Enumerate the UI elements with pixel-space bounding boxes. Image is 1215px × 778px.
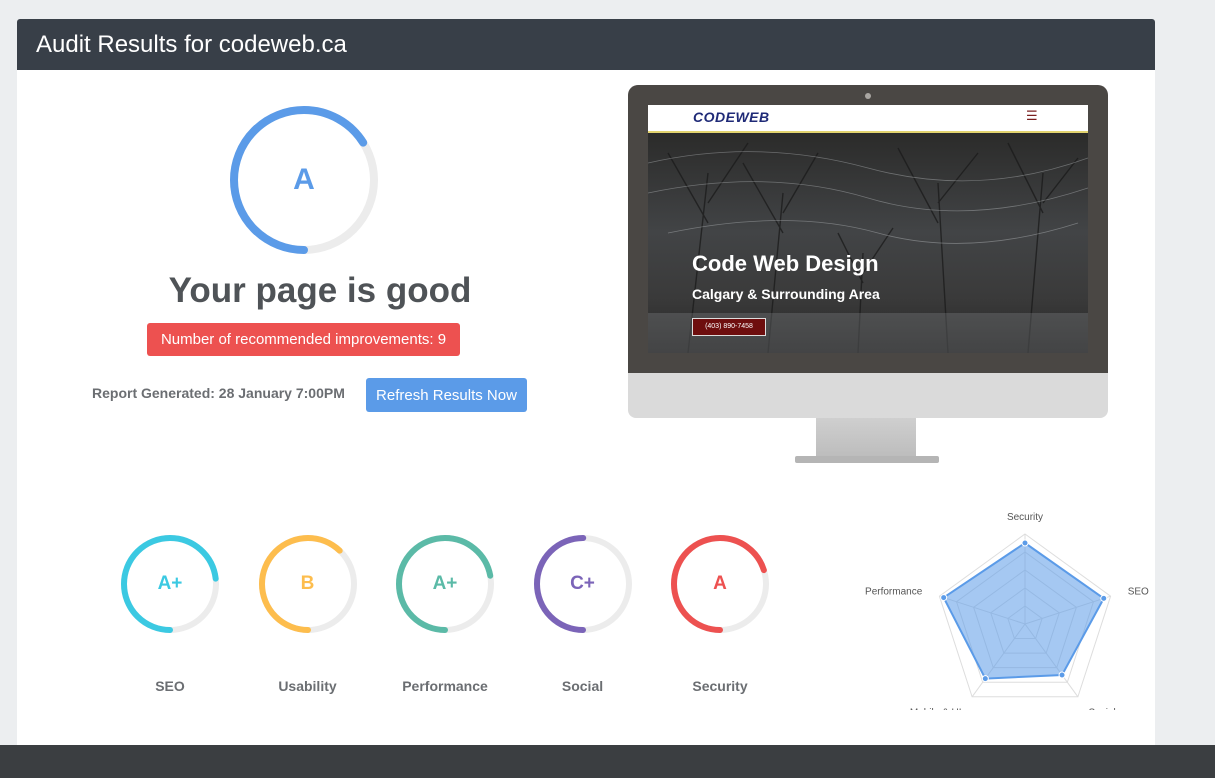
bottom-bar — [0, 745, 1215, 778]
radar-axis-label: Security — [1007, 512, 1043, 523]
category-label: Usability — [278, 678, 337, 694]
radar-axis-label: Mobile & UI — [910, 707, 962, 710]
category-label: Performance — [402, 678, 488, 694]
overall-grade: A — [293, 163, 315, 196]
radar-axis-label: Social — [1088, 707, 1115, 710]
category-social: C+ Social — [531, 532, 635, 702]
radar-point — [1058, 671, 1066, 679]
category-grade: A+ — [432, 573, 458, 594]
page-title: Audit Results for codeweb.ca — [36, 31, 347, 58]
refresh-results-button[interactable]: Refresh Results Now — [366, 378, 527, 412]
category-security: A Security — [668, 532, 772, 702]
category-seo: A+ SEO — [118, 532, 222, 702]
site-navbar: CODEWEB ☰ — [648, 105, 1088, 133]
radar-axis-label: SEO — [1128, 587, 1149, 598]
camera-icon — [865, 93, 871, 99]
site-phone-button: (403) 890-7458 — [692, 318, 766, 336]
category-grade: A — [713, 573, 727, 594]
monitor-bezel: CODEWEB ☰ Code Web Design Calgary & Surr… — [628, 85, 1108, 373]
report-generated-text: Report Generated: 28 January 7:00PM — [92, 385, 345, 401]
hamburger-menu-icon: ☰ — [1026, 108, 1038, 123]
verdict-heading: Your page is good — [168, 271, 472, 310]
site-hero-subtitle: Calgary & Surrounding Area — [692, 286, 880, 302]
site-hero-title: Code Web Design — [692, 251, 879, 276]
category-grade: C+ — [570, 573, 595, 594]
monitor-chin — [628, 373, 1108, 418]
site-hero: Code Web Design Calgary & Surrounding Ar… — [648, 133, 1088, 353]
panel-header: Audit Results for codeweb.ca — [17, 19, 1155, 70]
website-preview-monitor: CODEWEB ☰ Code Web Design Calgary & Surr… — [628, 85, 1108, 465]
category-grade: A+ — [157, 573, 183, 594]
category-label: Security — [692, 678, 748, 694]
category-label: Social — [561, 678, 604, 694]
radar-axis-label: Performance — [865, 587, 923, 598]
category-usability: B Usability — [256, 532, 360, 702]
category-performance: A+ Performance — [393, 532, 497, 702]
website-screenshot: CODEWEB ☰ Code Web Design Calgary & Surr… — [648, 105, 1088, 353]
category-radar-chart: Security SEO Social Mobile & UI Performance — [865, 512, 1149, 710]
radar-point — [981, 675, 989, 683]
category-grade: B — [300, 573, 315, 594]
radar-point — [940, 594, 948, 602]
radar-point — [1021, 539, 1029, 547]
category-label: SEO — [155, 678, 185, 694]
monitor-stand-base — [795, 456, 939, 463]
overall-grade-ring: A — [228, 104, 380, 256]
radar-point — [1100, 594, 1108, 602]
monitor-stand-neck — [816, 418, 916, 456]
improvements-badge: Number of recommended improvements: 9 — [147, 323, 460, 356]
radar-series-area — [942, 541, 1106, 680]
site-logo: CODEWEB — [693, 109, 770, 125]
